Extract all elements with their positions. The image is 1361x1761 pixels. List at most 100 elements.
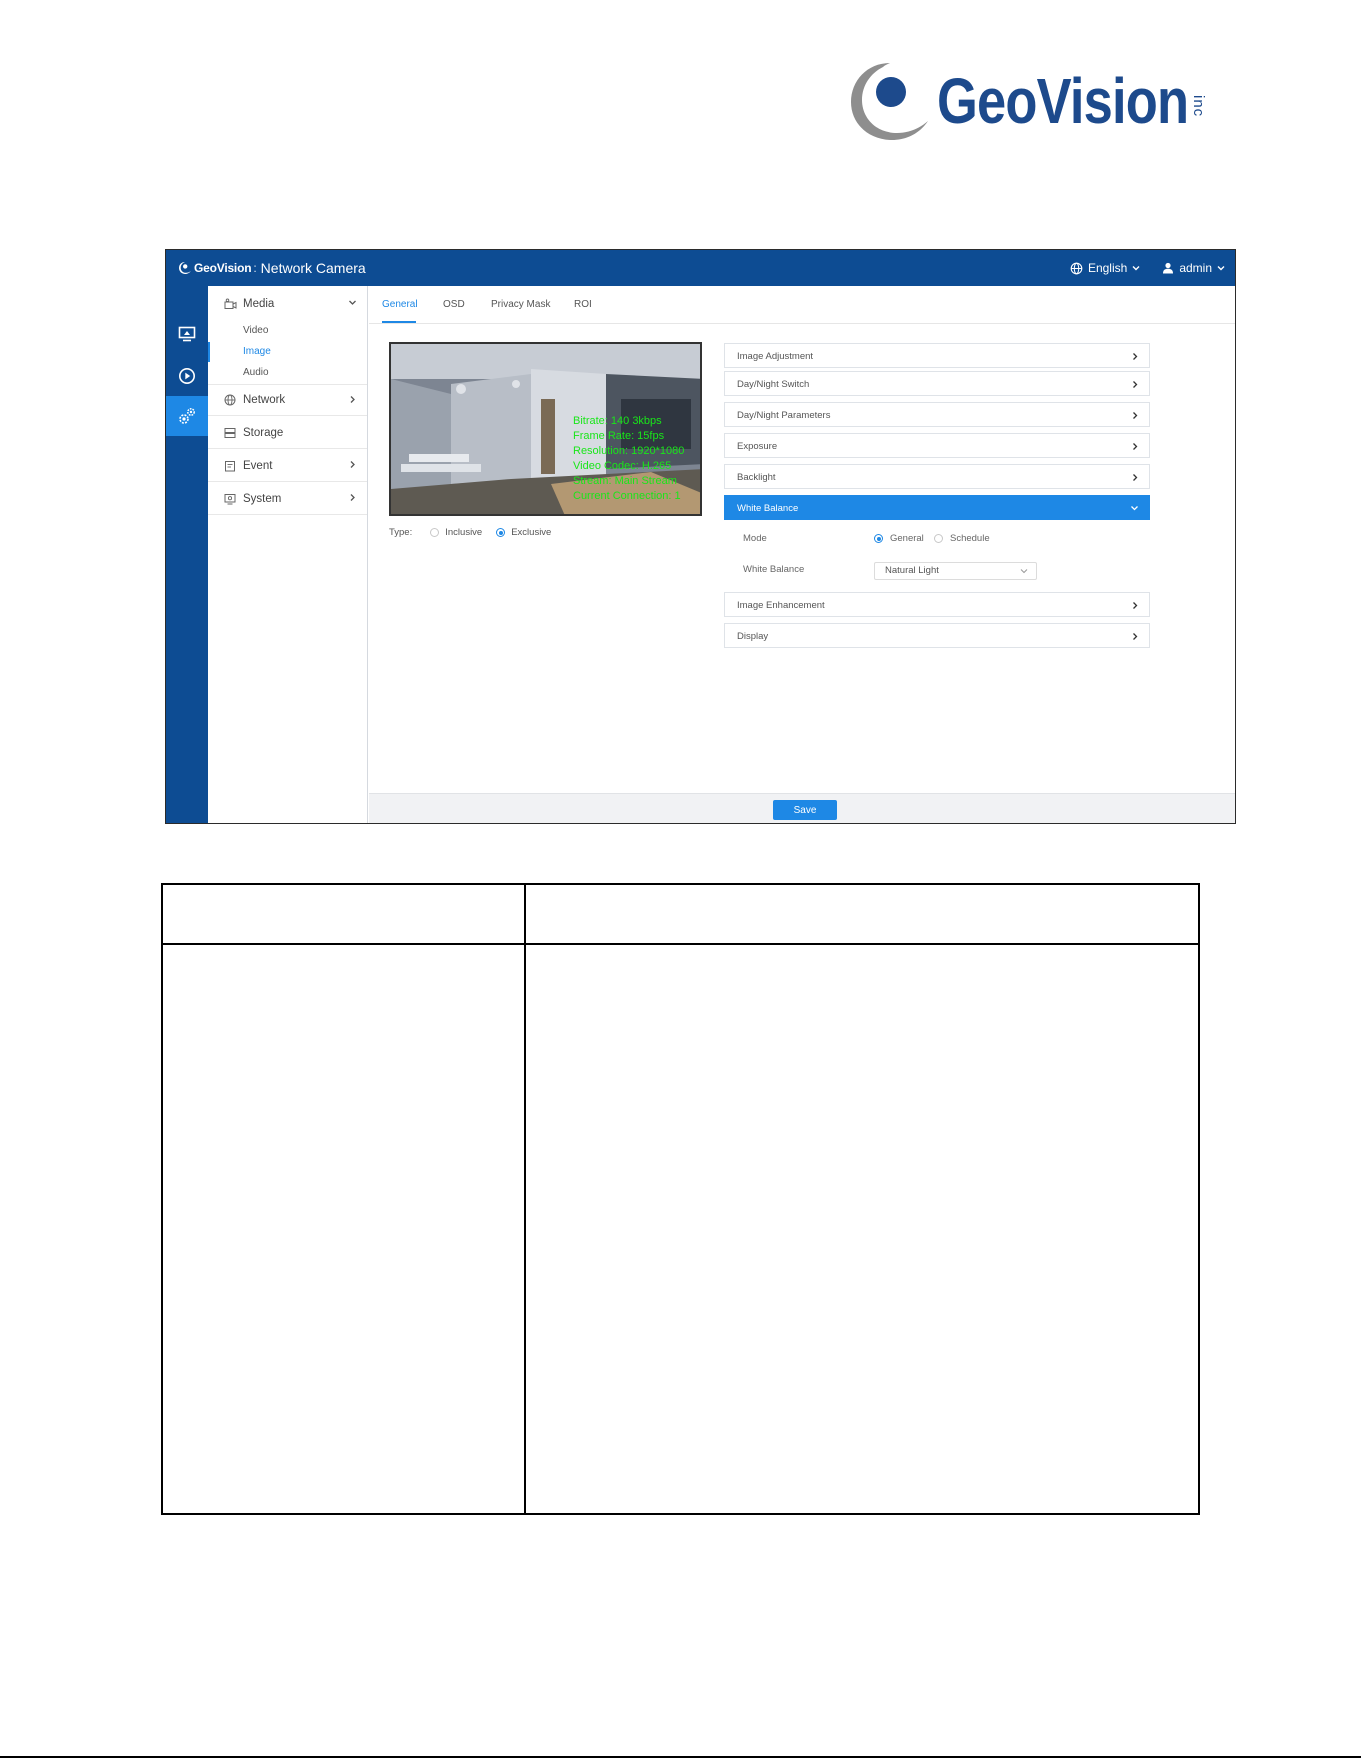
- sidebar-item-label: Network: [243, 394, 286, 406]
- rail-settings-button[interactable]: [166, 396, 208, 436]
- chevron-down-icon: [1131, 506, 1138, 511]
- sidebar-item-label: Storage: [243, 426, 284, 439]
- wb-mode-schedule-label: Schedule: [950, 533, 990, 544]
- language-selector[interactable]: English: [1070, 261, 1140, 275]
- save-button[interactable]: Save: [773, 800, 837, 820]
- main-content: General OSD Privacy Mask ROI Bitrate: 14…: [369, 286, 1235, 823]
- sidebar-subitem-audio[interactable]: Audio: [208, 363, 367, 383]
- header-separator: :: [253, 261, 257, 275]
- panel-label: Backlight: [737, 472, 776, 483]
- brand-swoosh-icon: [179, 262, 191, 274]
- type-inclusive-label: Inclusive: [445, 527, 483, 538]
- tab-roi[interactable]: ROI: [574, 299, 592, 310]
- panel-image-adjustment[interactable]: Image Adjustment: [724, 343, 1150, 368]
- chevron-right-icon: [1133, 602, 1138, 609]
- chevron-right-icon: [350, 461, 355, 468]
- sidebar-item-label: Media: [243, 298, 275, 310]
- globe-icon: [1070, 262, 1083, 274]
- rail-playback-button[interactable]: [166, 356, 208, 396]
- wb-mode-label: Mode: [743, 533, 767, 544]
- chevron-right-icon: [1133, 381, 1138, 388]
- chevron-right-icon: [1133, 633, 1138, 640]
- panel-label: Display: [737, 631, 769, 642]
- user-label: admin: [1179, 261, 1212, 275]
- chevron-right-icon: [350, 494, 355, 501]
- system-icon: [223, 492, 237, 506]
- osd-line: Frame Rate: 15fps: [573, 430, 665, 442]
- panel-image-enhancement[interactable]: Image Enhancement: [724, 592, 1150, 617]
- tab-privacy-mask[interactable]: Privacy Mask: [491, 299, 550, 310]
- osd-line: Current Connection: 1: [573, 490, 681, 502]
- sidebar-item-event[interactable]: Event: [208, 450, 367, 482]
- white-balance-value: Natural Light: [885, 565, 939, 576]
- page-bottom-rule: [0, 1756, 1361, 1758]
- osd-overlay: Bitrate: 140 3kbps Frame Rate: 15fps Res…: [573, 414, 684, 504]
- settings-icon: [179, 408, 195, 424]
- camera-web-ui-screenshot: GeoVision : Network Camera English admin: [165, 249, 1236, 824]
- panel-label: Day/Night Switch: [737, 379, 810, 390]
- user-menu[interactable]: admin: [1162, 261, 1225, 275]
- panel-white-balance[interactable]: White Balance: [724, 495, 1150, 520]
- tab-osd[interactable]: OSD: [443, 299, 465, 310]
- type-label: Type:: [389, 527, 413, 538]
- panel-label: Exposure: [737, 441, 778, 452]
- chevron-down-icon: [1132, 266, 1140, 271]
- chevron-right-icon: [350, 396, 355, 403]
- chevron-right-icon: [1133, 412, 1138, 419]
- type-exclusive-radio[interactable]: [496, 528, 506, 537]
- panel-day-night-parameters[interactable]: Day/Night Parameters: [724, 402, 1150, 427]
- wb-mode-row: Mode General Schedule: [724, 531, 1150, 553]
- sidebar-item-label: System: [243, 492, 282, 505]
- event-icon: [223, 459, 237, 473]
- panel-label: Image Adjustment: [737, 351, 814, 362]
- wb-mode-general-label: General: [890, 533, 924, 544]
- header-brand: GeoVision : Network Camera: [178, 260, 366, 276]
- white-balance-select[interactable]: Natural Light: [874, 562, 1037, 580]
- wb-mode-schedule-radio[interactable]: [934, 534, 943, 543]
- playback-icon: [179, 368, 195, 384]
- active-tab-indicator: [382, 321, 416, 323]
- wb-select-label: White Balance: [743, 564, 805, 575]
- chevron-right-icon: [1133, 474, 1138, 481]
- chevron-right-icon: [1133, 353, 1138, 360]
- sidebar-item-network[interactable]: Network: [208, 384, 367, 416]
- wb-value-row: White Balance Natural Light: [724, 562, 1150, 584]
- sidebar-item-storage[interactable]: Storage: [208, 417, 367, 449]
- panel-exposure[interactable]: Exposure: [724, 433, 1150, 458]
- geovision-swoosh-icon: [851, 63, 928, 140]
- sidebar-subitem-video[interactable]: Video: [208, 321, 367, 341]
- wb-mode-general-radio[interactable]: [874, 534, 883, 543]
- panel-label: Day/Night Parameters: [737, 410, 831, 421]
- camera-icon: [223, 297, 237, 311]
- table-header-divider: [163, 943, 1198, 945]
- chevron-down-icon: [1020, 569, 1028, 574]
- top-bar: GeoVision : Network Camera English admin: [166, 250, 1235, 286]
- chevron-right-icon: [1133, 443, 1138, 450]
- osd-line: Resolution: 1920*1080: [573, 445, 685, 457]
- type-inclusive-radio[interactable]: [430, 528, 440, 537]
- chevron-down-icon: [349, 300, 356, 305]
- user-icon: [1163, 262, 1174, 274]
- action-footer: Save: [369, 793, 1235, 823]
- header-title: Network Camera: [260, 260, 366, 276]
- description-table: [161, 883, 1200, 1515]
- tab-general[interactable]: General: [382, 299, 418, 310]
- header-brand-text: GeoVision: [194, 261, 252, 275]
- rail-live-view-button[interactable]: [166, 314, 208, 354]
- panel-label: White Balance: [737, 503, 799, 514]
- panel-backlight[interactable]: Backlight: [724, 464, 1150, 489]
- sidebar-item-media[interactable]: Media: [208, 288, 367, 320]
- storage-icon: [223, 426, 237, 440]
- osd-line: Video Codec: H.265: [573, 460, 672, 472]
- table-column-divider: [524, 885, 526, 1513]
- sidebar-item-label: Event: [243, 459, 273, 472]
- type-exclusive-label: Exclusive: [511, 527, 552, 538]
- globe-icon: [223, 393, 237, 407]
- sidebar-subitem-image[interactable]: Image: [208, 342, 367, 362]
- panel-day-night-switch[interactable]: Day/Night Switch: [724, 371, 1150, 396]
- panel-display[interactable]: Display: [724, 623, 1150, 648]
- side-menu: Media Video Image Audio Network Storage …: [208, 286, 368, 823]
- type-selector: Type: Inclusive Exclusive: [389, 527, 551, 538]
- geovision-logo: GeoVision inc: [845, 55, 1215, 155]
- sidebar-item-system[interactable]: System: [208, 483, 367, 515]
